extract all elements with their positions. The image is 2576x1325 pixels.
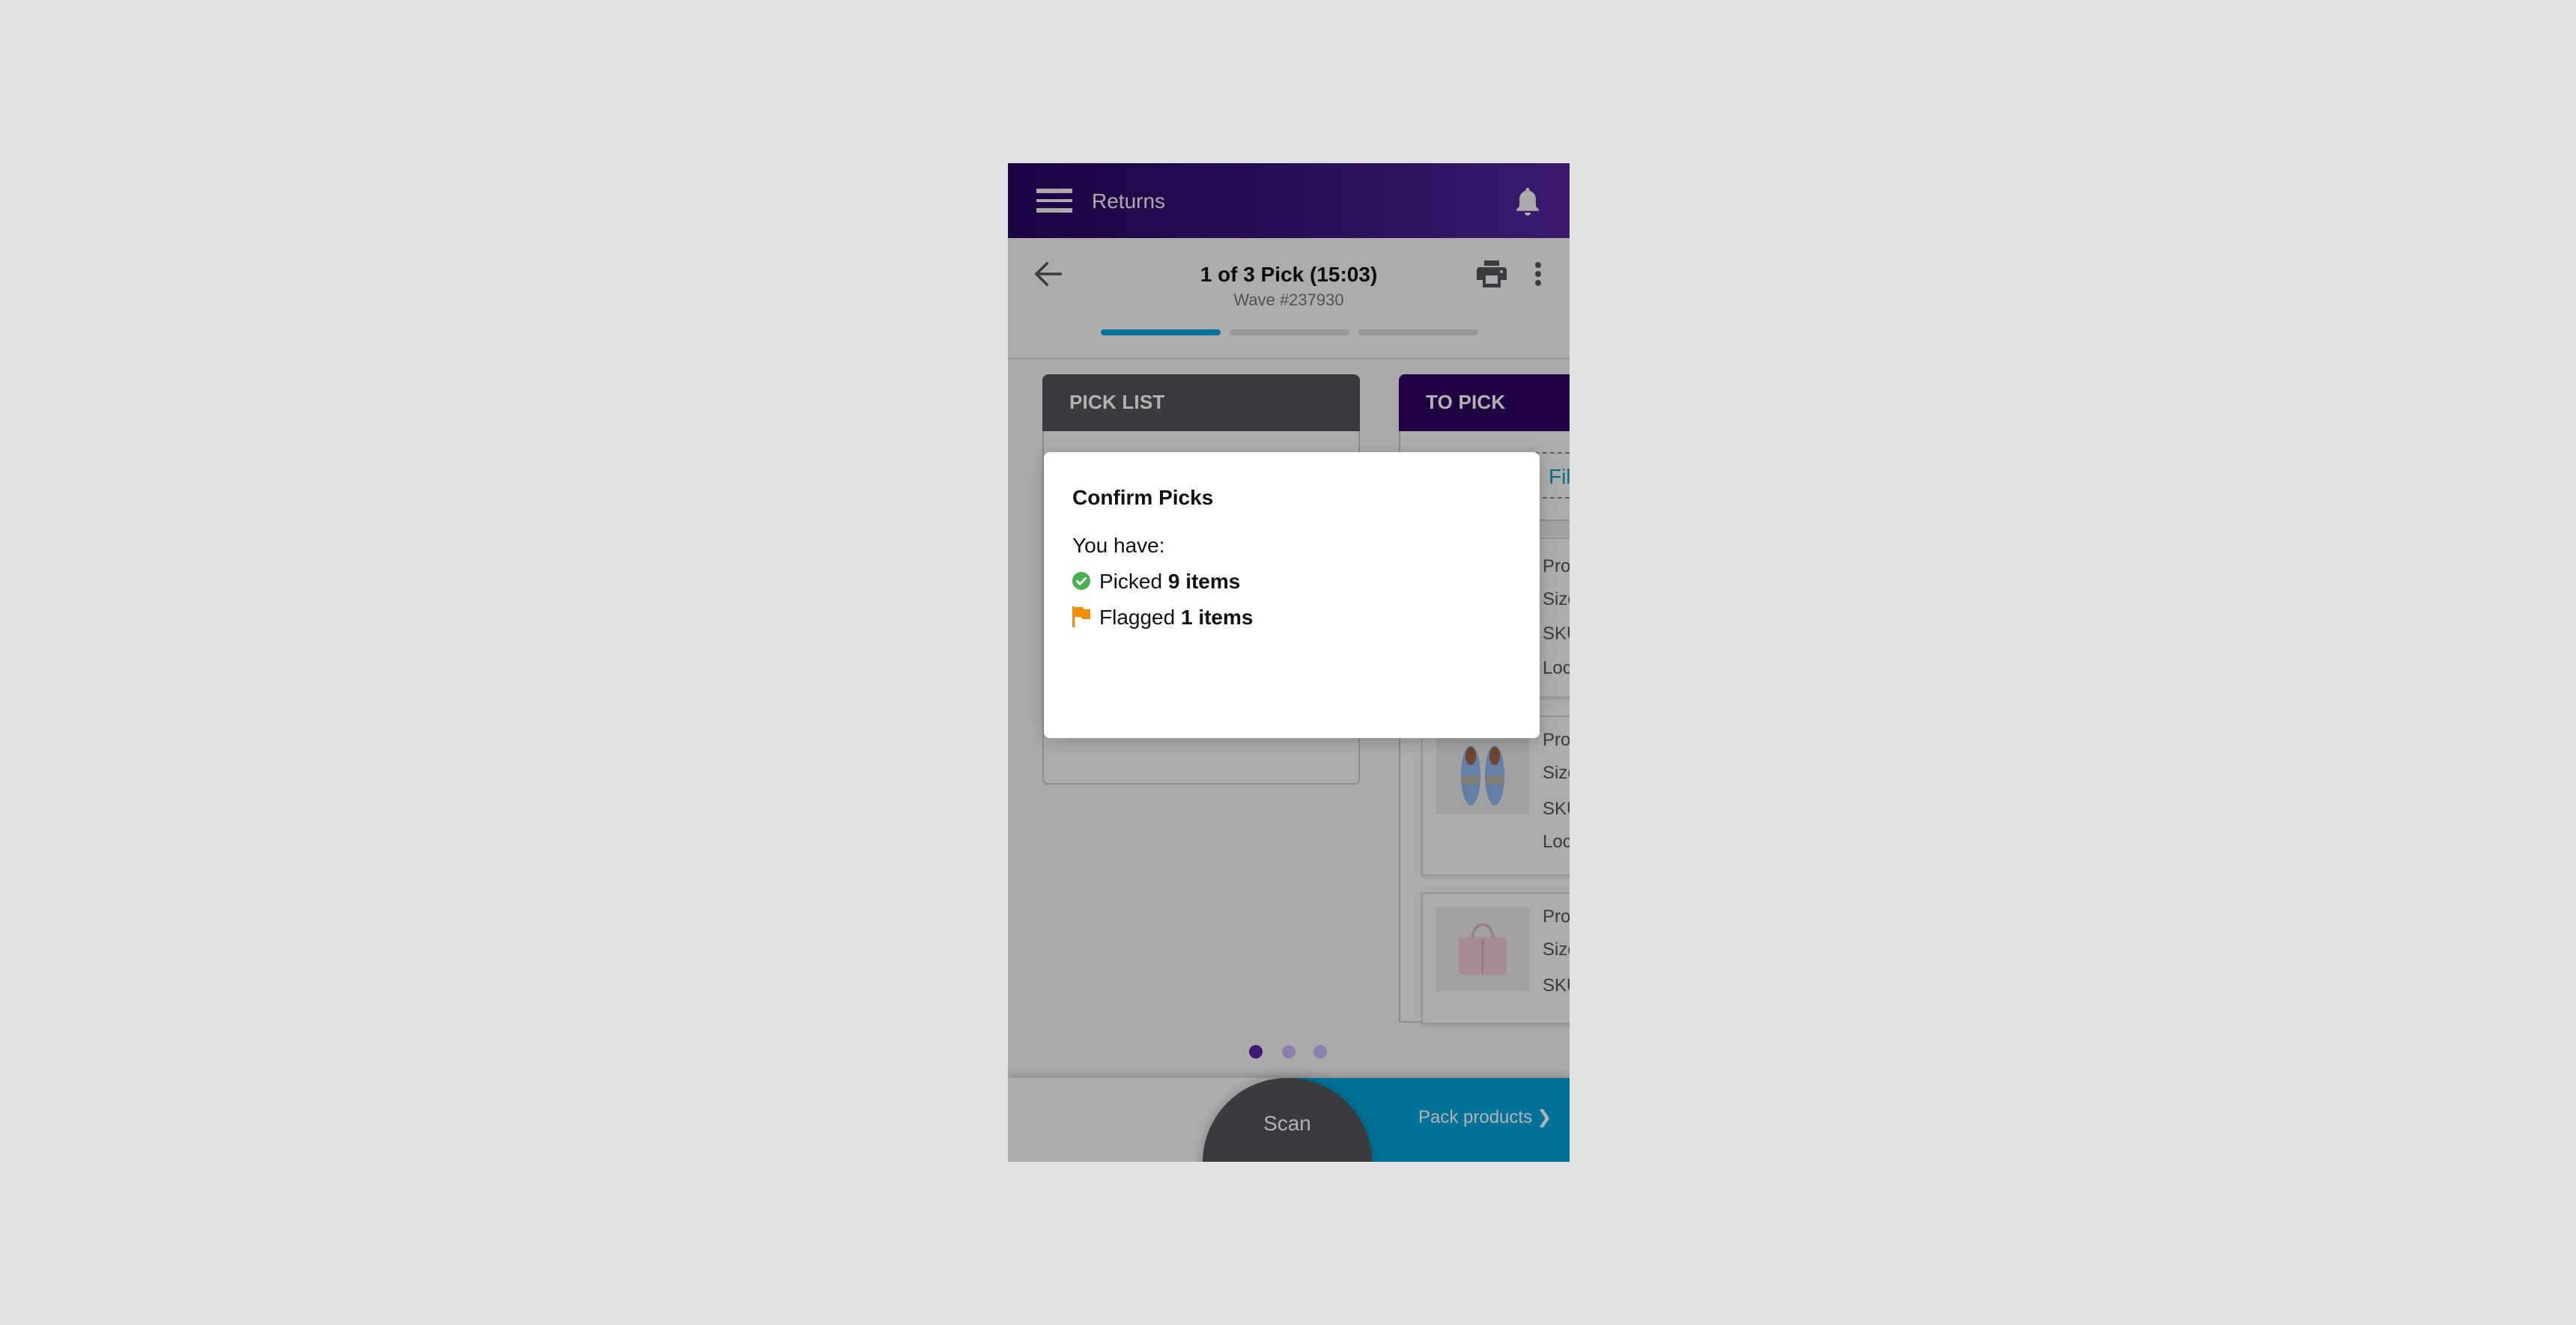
phone-screen: Returns 1 of 3 Pick (15:03) Wave #237930	[1008, 163, 1570, 1162]
picked-label: Picked	[1099, 569, 1163, 593]
dialog-intro: You have:	[1072, 533, 1165, 557]
picked-count: 9 items	[1167, 569, 1241, 593]
confirm-picks-dialog: Confirm Picks You have: Picked 9 items F…	[1044, 452, 1540, 738]
flagged-label: Flagged	[1099, 605, 1176, 629]
app-root: Returns 1 of 3 Pick (15:03) Wave #237930	[1008, 163, 1570, 1162]
check-circle-icon	[1072, 572, 1090, 590]
flag-icon	[1072, 606, 1090, 627]
flagged-count: 1 items	[1180, 605, 1254, 629]
dialog-title: Confirm Picks	[1072, 485, 1214, 509]
